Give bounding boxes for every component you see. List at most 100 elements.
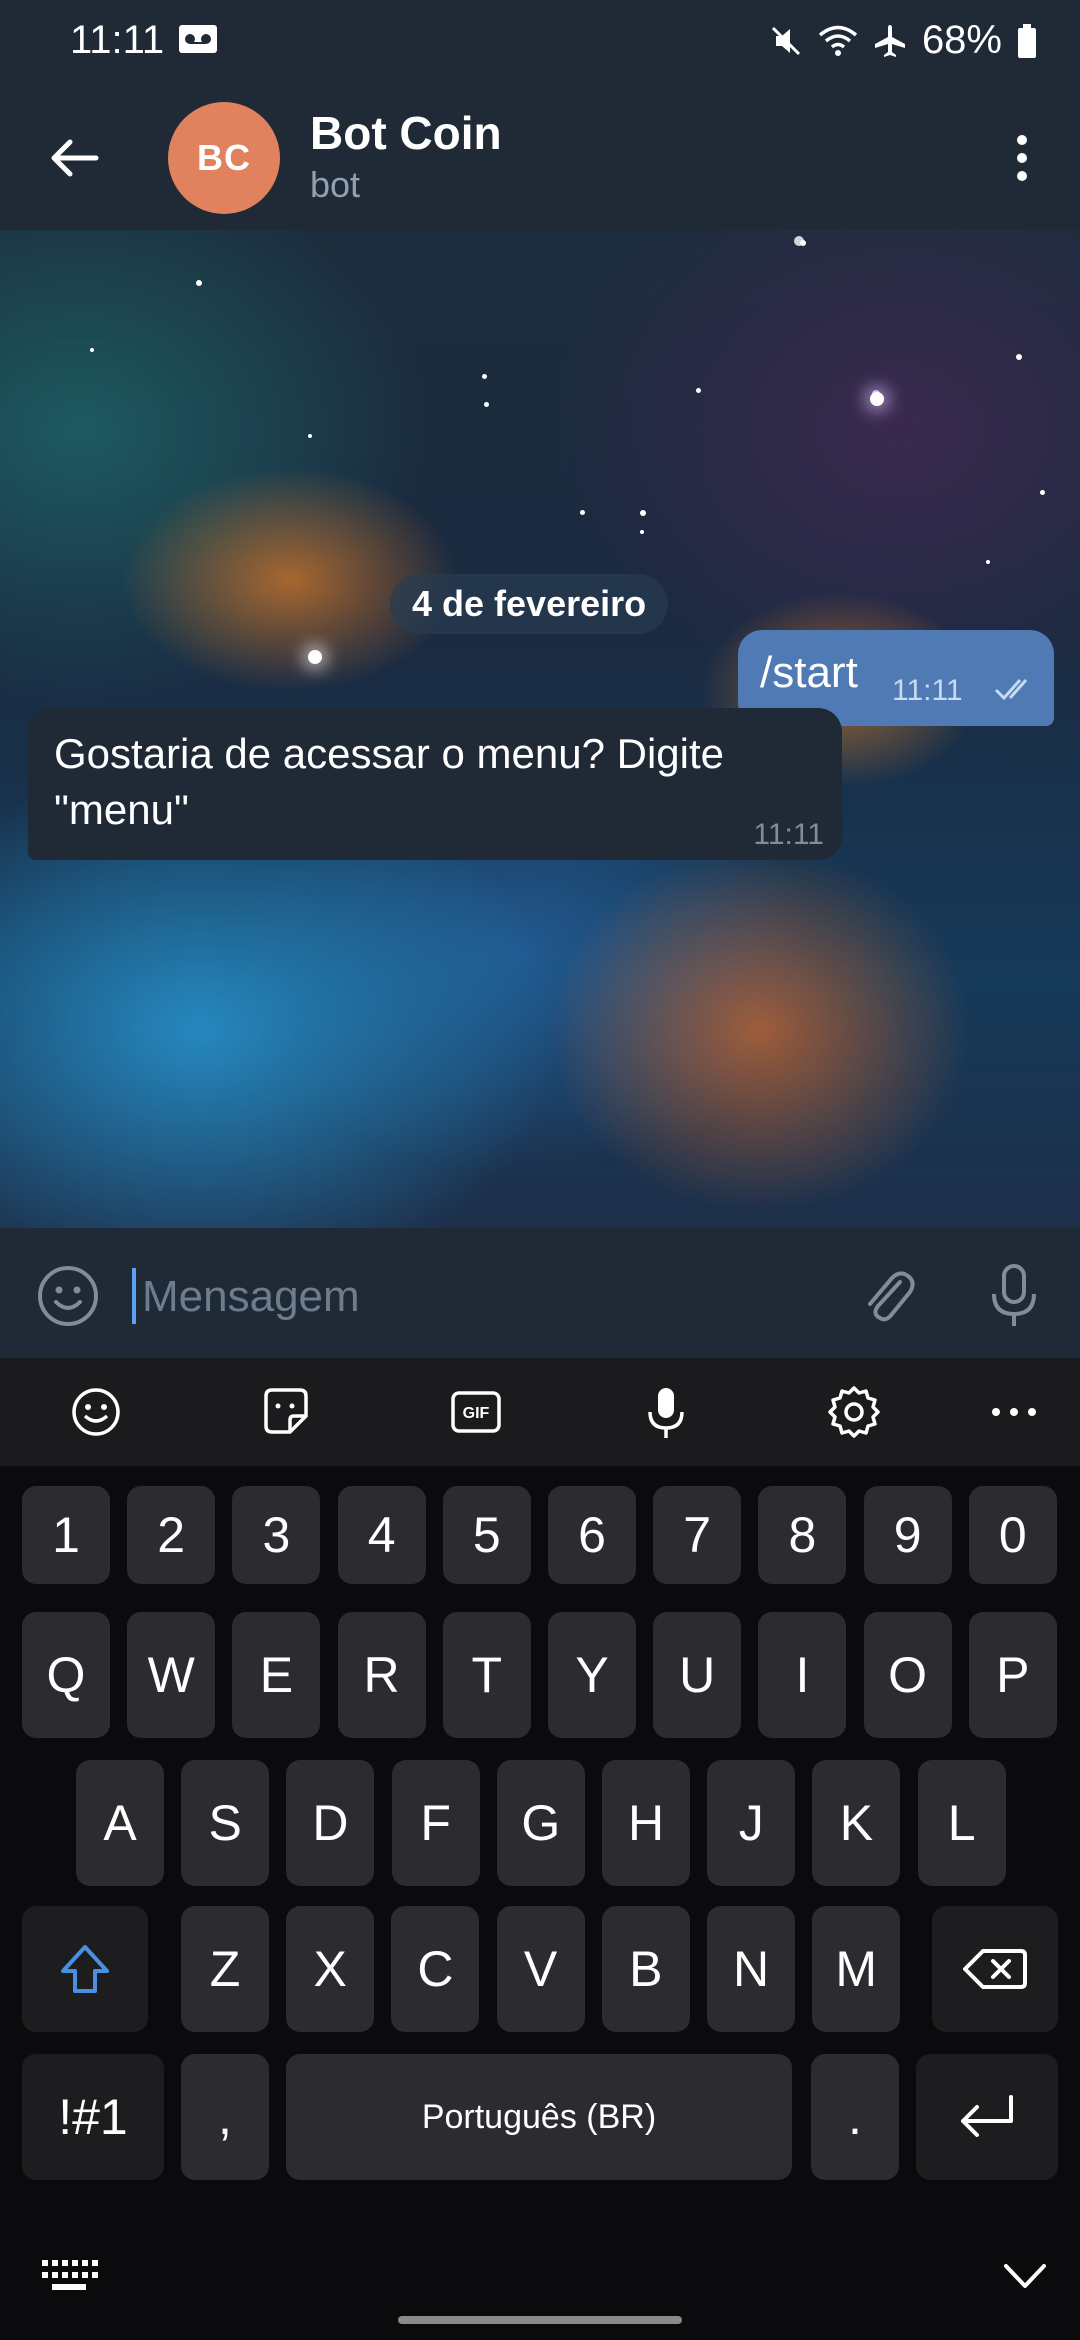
sticker-icon[interactable] bbox=[258, 1384, 314, 1440]
key-d[interactable]: D bbox=[286, 1760, 375, 1886]
key-0[interactable]: 0 bbox=[968, 1486, 1057, 1584]
key-q[interactable]: Q bbox=[22, 1612, 110, 1738]
star bbox=[308, 434, 312, 438]
back-arrow-icon[interactable] bbox=[38, 122, 110, 194]
message-text: Gostaria de acessar o menu? Digite "menu… bbox=[54, 730, 725, 833]
key-n[interactable]: N bbox=[707, 1906, 795, 2032]
space-key[interactable]: Português (BR) bbox=[286, 2054, 792, 2180]
star bbox=[986, 560, 990, 564]
comma-key[interactable]: , bbox=[181, 2054, 269, 2180]
status-bar: 11:11 68% bbox=[0, 0, 1080, 82]
key-p[interactable]: P bbox=[968, 1612, 1057, 1738]
key-2[interactable]: 2 bbox=[127, 1486, 216, 1584]
backspace-key[interactable] bbox=[932, 1906, 1058, 2032]
more-vertical-icon[interactable] bbox=[992, 122, 1052, 194]
text-cursor bbox=[132, 1268, 136, 1324]
enter-key[interactable] bbox=[916, 2054, 1058, 2180]
key-f[interactable]: F bbox=[391, 1760, 480, 1886]
key-l[interactable]: L bbox=[917, 1760, 1006, 1886]
battery-percent: 68% bbox=[921, 18, 1002, 62]
key-i[interactable]: I bbox=[758, 1612, 847, 1738]
key-t[interactable]: T bbox=[442, 1612, 531, 1738]
key-e[interactable]: E bbox=[232, 1612, 321, 1738]
wifi-icon bbox=[818, 25, 858, 56]
star bbox=[870, 392, 884, 406]
incoming-message[interactable]: Gostaria de acessar o menu? Digite "menu… bbox=[28, 708, 842, 860]
key-5[interactable]: 5 bbox=[442, 1486, 531, 1584]
key-h[interactable]: H bbox=[602, 1760, 690, 1886]
star bbox=[580, 510, 585, 515]
key-x[interactable]: X bbox=[286, 1906, 375, 2032]
paperclip-icon[interactable] bbox=[856, 1264, 920, 1328]
key-z[interactable]: Z bbox=[181, 1906, 269, 2032]
hide-keyboard-icon[interactable] bbox=[1000, 2256, 1050, 2296]
key-j[interactable]: J bbox=[707, 1760, 796, 1886]
gif-button[interactable]: GIF bbox=[448, 1384, 504, 1440]
star bbox=[640, 510, 646, 516]
keyboard-switch-icon[interactable] bbox=[40, 2256, 98, 2296]
mute-icon bbox=[771, 26, 800, 55]
star bbox=[482, 374, 487, 379]
microphone-icon[interactable] bbox=[982, 1262, 1046, 1330]
voice-input-icon[interactable] bbox=[638, 1384, 694, 1440]
keyboard-toolbar: GIF bbox=[0, 1358, 1080, 1466]
key-m[interactable]: M bbox=[812, 1906, 901, 2032]
key-7[interactable]: 7 bbox=[653, 1486, 742, 1584]
key-9[interactable]: 9 bbox=[863, 1486, 952, 1584]
key-v[interactable]: V bbox=[496, 1906, 585, 2032]
symbols-key[interactable]: !#1 bbox=[22, 2054, 164, 2180]
star bbox=[484, 402, 489, 407]
star bbox=[1016, 354, 1022, 360]
double-check-icon bbox=[994, 679, 1028, 701]
shift-key[interactable] bbox=[22, 1906, 148, 2032]
status-time: 11:11 bbox=[70, 18, 165, 62]
key-a[interactable]: A bbox=[76, 1760, 164, 1886]
key-c[interactable]: C bbox=[391, 1906, 480, 2032]
message-time: 11:11 bbox=[892, 674, 963, 707]
more-horizontal-icon[interactable] bbox=[986, 1384, 1042, 1440]
avatar[interactable]: BC bbox=[168, 102, 280, 214]
keyboard bbox=[0, 1466, 1080, 2340]
chat-area[interactable]: 4 de fevereiro /start 11:11 Gostaria de … bbox=[0, 230, 1080, 1228]
key-r[interactable]: R bbox=[337, 1612, 426, 1738]
message-composer bbox=[0, 1228, 1080, 1358]
airplane-icon bbox=[874, 24, 905, 57]
key-o[interactable]: O bbox=[863, 1612, 952, 1738]
message-time: 11:11 bbox=[753, 818, 824, 851]
star bbox=[90, 348, 94, 352]
settings-icon[interactable] bbox=[826, 1384, 882, 1440]
chat-title[interactable]: Bot Coin bbox=[310, 106, 502, 160]
key-g[interactable]: G bbox=[496, 1760, 585, 1886]
star bbox=[696, 388, 701, 393]
gif-icon: GIF bbox=[451, 1391, 501, 1433]
star bbox=[308, 650, 322, 664]
message-input[interactable] bbox=[140, 1258, 844, 1336]
voicemail-icon bbox=[179, 25, 217, 53]
key-8[interactable]: 8 bbox=[758, 1486, 847, 1584]
chat-subtitle: bot bbox=[310, 164, 361, 205]
chat-header: BC Bot Coin bot bbox=[0, 82, 1080, 230]
period-key[interactable]: . bbox=[811, 2054, 899, 2180]
key-1[interactable]: 1 bbox=[22, 1486, 110, 1584]
star bbox=[196, 280, 202, 286]
star bbox=[1040, 490, 1045, 495]
message-text: /start bbox=[760, 648, 858, 697]
date-separator: 4 de fevereiro bbox=[390, 574, 669, 634]
home-indicator[interactable] bbox=[398, 2316, 682, 2324]
shift-icon bbox=[61, 1945, 109, 1993]
key-k[interactable]: K bbox=[812, 1760, 901, 1886]
emoji-icon[interactable] bbox=[36, 1264, 100, 1328]
key-u[interactable]: U bbox=[653, 1612, 742, 1738]
key-4[interactable]: 4 bbox=[337, 1486, 426, 1584]
gif-label: GIF bbox=[463, 1405, 490, 1422]
key-3[interactable]: 3 bbox=[232, 1486, 321, 1584]
key-w[interactable]: W bbox=[127, 1612, 216, 1738]
battery-icon bbox=[1018, 23, 1036, 58]
key-s[interactable]: S bbox=[181, 1760, 270, 1886]
star bbox=[794, 236, 804, 246]
emoji-icon[interactable] bbox=[68, 1384, 124, 1440]
key-6[interactable]: 6 bbox=[548, 1486, 636, 1584]
key-b[interactable]: B bbox=[601, 1906, 690, 2032]
key-y[interactable]: Y bbox=[548, 1612, 636, 1738]
enter-icon bbox=[961, 2095, 1013, 2137]
